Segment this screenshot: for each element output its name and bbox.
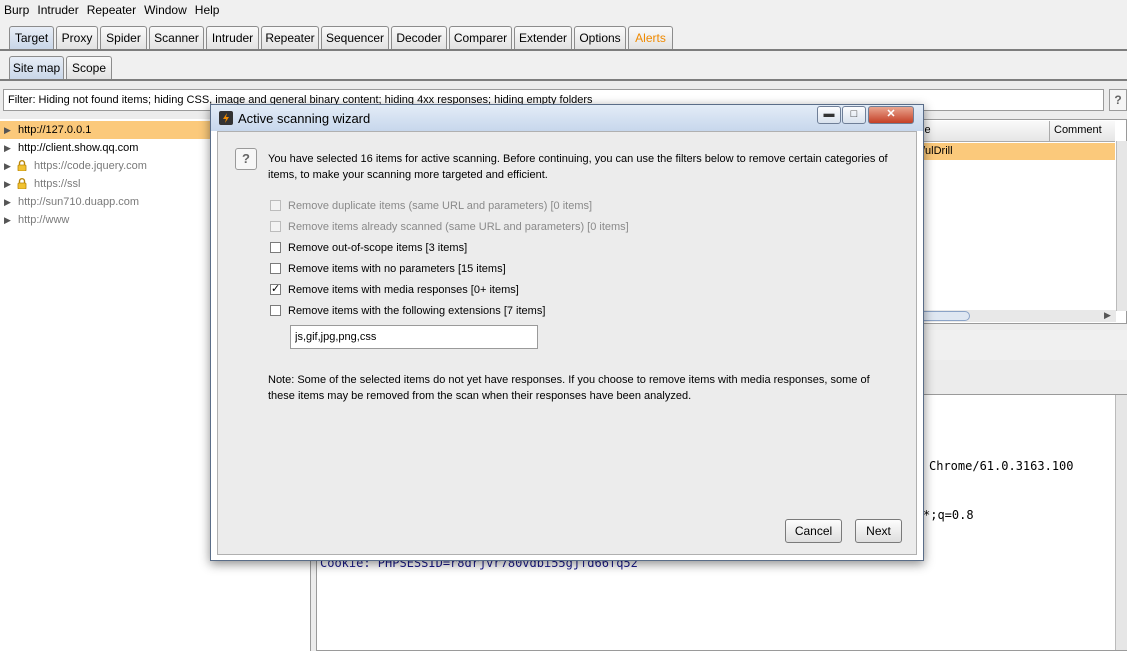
active-scanning-wizard-dialog: Active scanning wizard ▬ □ ✕ ? You have …	[210, 104, 924, 561]
tab-spider[interactable]: Spider	[100, 26, 147, 49]
option-label[interactable]: Remove out-of-scope items [3 items]	[288, 241, 467, 255]
maximize-icon[interactable]: □	[842, 106, 866, 124]
sub-tab-bar: Site map Scope	[0, 51, 1127, 81]
menu-repeater[interactable]: Repeater	[83, 0, 140, 17]
option-label: Remove duplicate items (same URL and par…	[288, 200, 593, 212]
menu-help[interactable]: Help	[191, 0, 224, 17]
tab-extender[interactable]: Extender	[514, 26, 572, 49]
dialog-body: ? You have selected 16 items for active …	[217, 131, 917, 555]
checkbox[interactable]	[270, 263, 281, 274]
tab-options[interactable]: Options	[574, 26, 626, 49]
menu-window[interactable]: Window	[140, 0, 191, 17]
checkbox	[270, 221, 281, 232]
user-agent-fragment: Chrome/61.0.3163.100	[929, 459, 1074, 473]
main-tab-bar: Target Proxy Spider Scanner Intruder Rep…	[0, 20, 1127, 50]
tree-item-label: http://127.0.0.1	[18, 124, 92, 136]
scroll-right-arrow-icon[interactable]: ▶	[1104, 310, 1111, 321]
option-label[interactable]: Remove items with media responses [0+ it…	[288, 283, 519, 297]
table-header: le Comment	[918, 121, 1115, 142]
lock-icon	[17, 178, 27, 189]
lock-icon	[17, 160, 27, 171]
expand-arrow-icon[interactable]: ▶	[4, 211, 11, 229]
expand-arrow-icon[interactable]: ▶	[4, 193, 11, 211]
option-label[interactable]: Remove items with the following extensio…	[288, 304, 545, 318]
expand-arrow-icon[interactable]: ▶	[4, 175, 11, 193]
minimize-icon[interactable]: ▬	[817, 106, 841, 124]
next-button[interactable]: Next	[855, 519, 902, 543]
tab-repeater[interactable]: Repeater	[261, 26, 319, 49]
table-cell-title: /ulDrill	[922, 145, 953, 157]
tab-comparer[interactable]: Comparer	[449, 26, 512, 49]
sub-tab-divider	[0, 79, 1127, 81]
close-icon[interactable]: ✕	[868, 106, 914, 124]
tab-intruder[interactable]: Intruder	[206, 26, 259, 49]
question-icon: ?	[235, 148, 257, 170]
tree-item-label: http://www	[18, 214, 70, 226]
tree-item-label: http://client.show.qq.com	[18, 142, 139, 154]
burp-logo-icon	[219, 111, 233, 125]
expand-arrow-icon[interactable]: ▶	[4, 139, 11, 157]
expand-arrow-icon[interactable]: ▶	[4, 121, 11, 139]
tree-item-label: http://sun710.duapp.com	[18, 196, 140, 208]
expand-arrow-icon[interactable]: ▶	[4, 157, 11, 175]
dialog-title: Active scanning wizard	[238, 111, 371, 126]
menu-burp[interactable]: Burp	[0, 0, 33, 17]
column-header-comment[interactable]: Comment	[1054, 124, 1102, 136]
dialog-titlebar[interactable]: Active scanning wizard ▬ □ ✕	[211, 105, 923, 131]
table-vertical-scrollbar[interactable]	[1116, 141, 1127, 311]
tab-scanner[interactable]: Scanner	[149, 26, 204, 49]
column-divider	[1049, 121, 1050, 141]
accept-fragment: *;q=0.8	[923, 508, 974, 522]
tab-site-map[interactable]: Site map	[9, 56, 64, 79]
tab-alerts[interactable]: Alerts	[628, 26, 673, 49]
tab-sequencer[interactable]: Sequencer	[321, 26, 389, 49]
scrollbar-thumb[interactable]	[918, 311, 970, 321]
checkbox[interactable]	[270, 242, 281, 253]
menu-bar: Burp Intruder Repeater Window Help	[0, 0, 1127, 20]
checkbox-checked[interactable]: ✓	[270, 284, 281, 295]
viewer-scrollbar[interactable]	[1115, 395, 1127, 650]
tab-target[interactable]: Target	[9, 26, 54, 49]
tree-item-label: https://code.jquery.com	[34, 160, 147, 172]
tab-proxy[interactable]: Proxy	[56, 26, 98, 49]
tab-decoder[interactable]: Decoder	[391, 26, 447, 49]
tree-item-label: https://ssl	[34, 178, 81, 190]
checkbox	[270, 200, 281, 211]
option-label[interactable]: Remove items with no parameters [15 item…	[288, 262, 506, 276]
option-label: Remove items already scanned (same URL a…	[288, 221, 629, 233]
tab-scope[interactable]: Scope	[66, 56, 112, 79]
table-row[interactable]: /ulDrill	[918, 143, 1115, 160]
cancel-button[interactable]: Cancel	[785, 519, 842, 543]
note-text: Note: Some of the selected items do not …	[268, 374, 870, 402]
filter-help-button[interactable]: ?	[1109, 89, 1127, 111]
intro-text: You have selected 16 items for active sc…	[268, 153, 888, 181]
extensions-input[interactable]	[290, 325, 538, 349]
menu-intruder[interactable]: Intruder	[33, 0, 82, 17]
checkbox[interactable]	[270, 305, 281, 316]
table-horizontal-scrollbar[interactable]: ▶	[918, 310, 1116, 322]
